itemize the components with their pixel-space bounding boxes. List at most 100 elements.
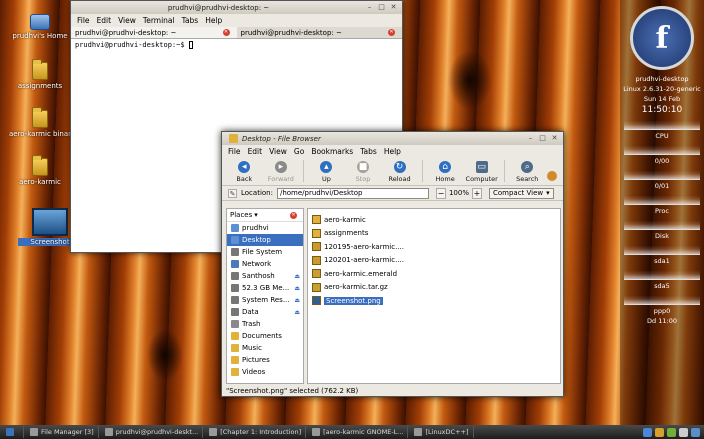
places-item-label: Music (242, 344, 262, 352)
taskbar-item[interactable]: [aero-karmic GNOME-L... (308, 426, 409, 438)
file-item[interactable]: assignments (310, 227, 558, 241)
file-list[interactable]: aero-karmic assignments 120195-aero-karmic… (307, 208, 561, 384)
close-tab-icon[interactable]: ✕ (222, 29, 230, 36)
file-browser-titlebar[interactable]: Desktop - File Browser – □ ✕ (222, 132, 563, 145)
places-item-label: Videos (242, 368, 266, 376)
places-item[interactable]: 52.3 GB Me... ⏏ (227, 282, 303, 294)
folder-small-icon (229, 134, 238, 143)
minimize-icon[interactable]: – (526, 134, 535, 143)
menu-tabs[interactable]: Tabs (182, 16, 199, 25)
stop-button[interactable]: ■ Stop (345, 161, 382, 183)
places-item[interactable]: Data ⏏ (227, 306, 303, 318)
places-item[interactable]: File System (227, 246, 303, 258)
places-item[interactable]: System Res... ⏏ (227, 294, 303, 306)
tray-icon[interactable] (691, 427, 700, 437)
close-sidebar-icon[interactable]: ✕ (290, 211, 297, 219)
menu-view[interactable]: View (269, 147, 287, 156)
file-name: aero-karmic.emerald (324, 269, 398, 278)
menu-view[interactable]: View (118, 16, 136, 25)
close-icon[interactable]: ✕ (550, 134, 559, 143)
computer-button[interactable]: ▭ Computer (463, 161, 500, 183)
tray-icon[interactable] (667, 427, 676, 437)
tray-icon[interactable] (679, 427, 688, 437)
taskbar-item[interactable]: [LinuxDC++] (410, 426, 474, 438)
places-item[interactable]: prudhvi (227, 222, 303, 234)
menu-edit[interactable]: Edit (97, 16, 112, 25)
terminal-tab-2[interactable]: prudhvi@prudhvi-desktop: ~ ✕ (237, 27, 403, 38)
taskbar-item[interactable]: File Manager [3] (26, 426, 99, 438)
menu-go[interactable]: Go (294, 147, 304, 156)
up-button[interactable]: ▴ Up (308, 161, 345, 183)
zoom-in-icon[interactable]: + (471, 187, 482, 199)
desktop-icon-assignments[interactable]: assignments (8, 59, 72, 90)
location-label: Location: (241, 189, 273, 197)
edit-location-icon[interactable]: ✎ (228, 188, 237, 198)
places-item[interactable]: Trash (227, 318, 303, 330)
places-item[interactable]: Santhosh ⏏ (227, 270, 303, 282)
close-tab-icon[interactable]: ✕ (388, 29, 395, 36)
eject-icon[interactable]: ⏏ (294, 273, 300, 280)
tray-icon[interactable] (643, 427, 652, 437)
file-item[interactable]: aero-karmic (310, 213, 558, 227)
file-icon (312, 242, 321, 252)
zoom-out-icon[interactable]: − (435, 187, 446, 199)
graph-label: 0/01 (654, 182, 670, 190)
menu-button[interactable] (0, 426, 24, 438)
taskbar-item-label: [LinuxDC++] (425, 428, 469, 436)
terminal-titlebar[interactable]: prudhvi@prudhvi-desktop: ~ – □ ✕ (71, 1, 402, 14)
close-icon[interactable]: ✕ (389, 3, 398, 12)
view-mode-select[interactable]: Compact View ▾ (488, 187, 554, 199)
kernel-version: Linux 2.6.31-20-generic (623, 85, 701, 93)
places-item[interactable]: Documents (227, 330, 303, 342)
usage-graph (624, 217, 700, 230)
places-item[interactable]: Network (227, 258, 303, 270)
terminal-content[interactable]: prudhvi@prudhvi-desktop:~$ (71, 39, 402, 51)
reload-button[interactable]: ↻ Reload (381, 161, 418, 183)
places-item[interactable]: Videos (227, 366, 303, 378)
graph-label: ppp0 (653, 307, 671, 315)
taskbar-item[interactable]: prudhvi@prudhvi-deskt... (101, 426, 204, 438)
eject-icon[interactable]: ⏏ (294, 297, 300, 304)
toolbar-separator (303, 160, 305, 182)
file-item[interactable]: 120201-aero-karmic.... (310, 254, 558, 268)
menu-help[interactable]: Help (205, 16, 222, 25)
menu-file[interactable]: File (77, 16, 90, 25)
menu-edit[interactable]: Edit (248, 147, 263, 156)
places-item[interactable]: Pictures (227, 354, 303, 366)
file-item[interactable]: aero-karmic.emerald (310, 267, 558, 281)
menu-help[interactable]: Help (384, 147, 401, 156)
menu-tabs[interactable]: Tabs (360, 147, 377, 156)
places-item[interactable]: Music (227, 342, 303, 354)
terminal-tab-1[interactable]: prudhvi@prudhvi-desktop: ~ ✕ (71, 27, 237, 38)
desktop-icon-aero-karmic-binar[interactable]: aero-karmic binar (8, 107, 72, 138)
places-label: Places (230, 211, 253, 219)
taskbar-item[interactable]: [Chapter 1: Introduction] (205, 426, 307, 438)
menu-file[interactable]: File (228, 147, 241, 156)
file-browser-window[interactable]: Desktop - File Browser – □ ✕ File Edit V… (221, 131, 564, 397)
home-button[interactable]: ⌂ Home (427, 161, 464, 183)
places-header[interactable]: Places ▾ ✕ (227, 209, 303, 222)
eject-icon[interactable]: ⏏ (294, 309, 300, 316)
menu-bookmarks[interactable]: Bookmarks (311, 147, 353, 156)
eject-icon[interactable]: ⏏ (294, 285, 300, 292)
place-icon (231, 284, 239, 292)
forward-button[interactable]: ▸ Forward (263, 161, 300, 183)
back-button[interactable]: ◂ Back (226, 161, 263, 183)
file-item[interactable]: Screenshot.png (310, 294, 558, 308)
desktop-icon-aero-karmic[interactable]: aero-karmic (8, 155, 72, 186)
file-item[interactable]: 120195-aero-karmic.... (310, 240, 558, 254)
toolbar-separator (503, 160, 505, 182)
file-item[interactable]: aero-karmic.tar.gz (310, 281, 558, 295)
maximize-icon[interactable]: □ (538, 134, 547, 143)
menu-terminal[interactable]: Terminal (143, 16, 175, 25)
location-input[interactable] (276, 187, 429, 199)
maximize-icon[interactable]: □ (377, 3, 386, 12)
tray-icon[interactable] (655, 427, 664, 437)
search-button[interactable]: ⌕ Search (509, 161, 546, 183)
minimize-icon[interactable]: – (365, 3, 374, 12)
window-icon (209, 428, 218, 436)
desktop-icon-home[interactable]: prudhvi's Home (8, 14, 72, 40)
usage-graph (624, 267, 700, 280)
home-icon: ⌂ (439, 161, 452, 173)
places-item[interactable]: Desktop (227, 234, 303, 246)
